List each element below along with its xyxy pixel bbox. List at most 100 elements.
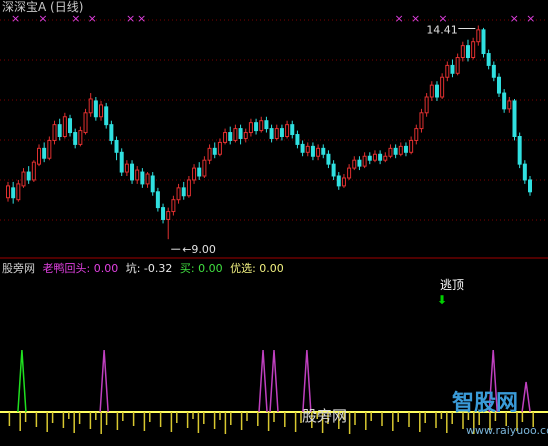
candle-body [130, 163, 135, 181]
candle-body [16, 183, 21, 201]
candle-body [362, 155, 367, 167]
candle-body [140, 171, 145, 185]
candle-body [52, 124, 57, 141]
candle-body [135, 169, 140, 181]
signal-label: 逃顶 [440, 278, 465, 292]
candle-body [47, 139, 52, 159]
candle-body [279, 128, 284, 138]
indicator-source: 股旁网 [2, 262, 35, 275]
candle-body [440, 76, 445, 98]
candle-body [378, 153, 383, 161]
candle-body [57, 124, 62, 138]
candle-body [434, 84, 439, 98]
candle-body [403, 145, 408, 153]
candle-body [233, 128, 238, 141]
low-price-label: ←9.00 [182, 243, 216, 256]
candle-body [124, 163, 129, 173]
candle-body [331, 163, 336, 177]
candle-body [471, 41, 476, 59]
candle-body [491, 64, 496, 78]
candle-body [398, 145, 403, 155]
candle-body [321, 147, 326, 155]
indicator-spike [258, 349, 268, 413]
indicator-spike [302, 349, 312, 413]
candle-body [450, 64, 455, 74]
candle-body [161, 207, 166, 220]
top-marker: × [526, 12, 535, 25]
candle-body [223, 132, 228, 143]
candle-body [88, 98, 93, 114]
candle-body [42, 147, 47, 159]
candle-body [419, 112, 424, 130]
candle-body [181, 187, 186, 197]
watermark-url: www.raiyuoo.com [466, 424, 548, 437]
candle-body [171, 199, 176, 213]
candle-body [336, 175, 341, 187]
candle-body [517, 136, 522, 165]
candle-body [119, 151, 124, 173]
candle-body [186, 179, 191, 197]
candle-body [243, 132, 248, 139]
candle-body [347, 167, 352, 179]
high-price-label: 14.41 [426, 24, 458, 37]
chart-canvas: 14.41←9.00× × × × × × × × × × × [0, 12, 548, 434]
top-marker: × [438, 12, 447, 25]
candle-body [228, 132, 233, 141]
candle-body [78, 130, 83, 145]
indicator-item-keng: 坑: -0.32 [125, 262, 173, 275]
candle-body [383, 155, 388, 161]
candle-body [290, 124, 295, 136]
candle-body [93, 100, 98, 118]
candle-body [367, 155, 372, 161]
candle-body [409, 139, 414, 153]
candle-body [269, 128, 274, 139]
candle-body [83, 112, 88, 134]
candle-body [31, 161, 36, 181]
candle-body [522, 163, 527, 181]
candle-body [6, 185, 10, 199]
candle-body [512, 100, 517, 137]
indicator-spike [521, 381, 531, 413]
candle-body [238, 128, 243, 139]
candle-body [212, 147, 217, 155]
candle-body [104, 106, 109, 126]
candle-body [528, 179, 532, 193]
candle-body [502, 92, 507, 110]
candle-body [445, 64, 450, 78]
candle-body [285, 124, 290, 138]
candle-body [166, 211, 171, 220]
candle-body [176, 187, 181, 201]
candle-body [21, 171, 26, 187]
top-marker: × [395, 12, 404, 25]
indicator-spike [17, 349, 27, 413]
candle-body [192, 167, 197, 181]
candle-body [259, 120, 264, 132]
candle-body [145, 173, 150, 185]
watermark-logo: 智股网 [452, 391, 519, 416]
candle-body [99, 104, 104, 118]
candle-body [300, 143, 305, 153]
candle-body [109, 124, 114, 141]
indicator-item-laoya: 老鸭回头: 0.00 [42, 262, 119, 275]
candle-body [496, 76, 501, 94]
candle-body [274, 128, 279, 139]
candle-body [481, 29, 486, 55]
candle-body [424, 96, 429, 114]
candle-body [326, 153, 331, 165]
candle-body [217, 141, 222, 155]
candle-body [372, 153, 377, 161]
candle-body [316, 147, 321, 157]
candle-body [414, 128, 419, 141]
candle-body [11, 187, 16, 199]
candle-body [455, 57, 460, 74]
candle-body [341, 177, 346, 187]
candle-body [305, 145, 310, 153]
candle-body [197, 167, 202, 177]
indicator-item-youxuan: 优选: 0.00 [230, 262, 284, 275]
candle-body [202, 159, 207, 177]
indicator-legend: 股旁网 老鸭回头: 0.00 坑: -0.32 买: 0.00 优选: 0.00 [2, 262, 288, 275]
candle-body [429, 84, 434, 98]
candle-body [465, 45, 470, 59]
top-marker: × [126, 12, 135, 25]
indicator-spike [269, 349, 279, 413]
